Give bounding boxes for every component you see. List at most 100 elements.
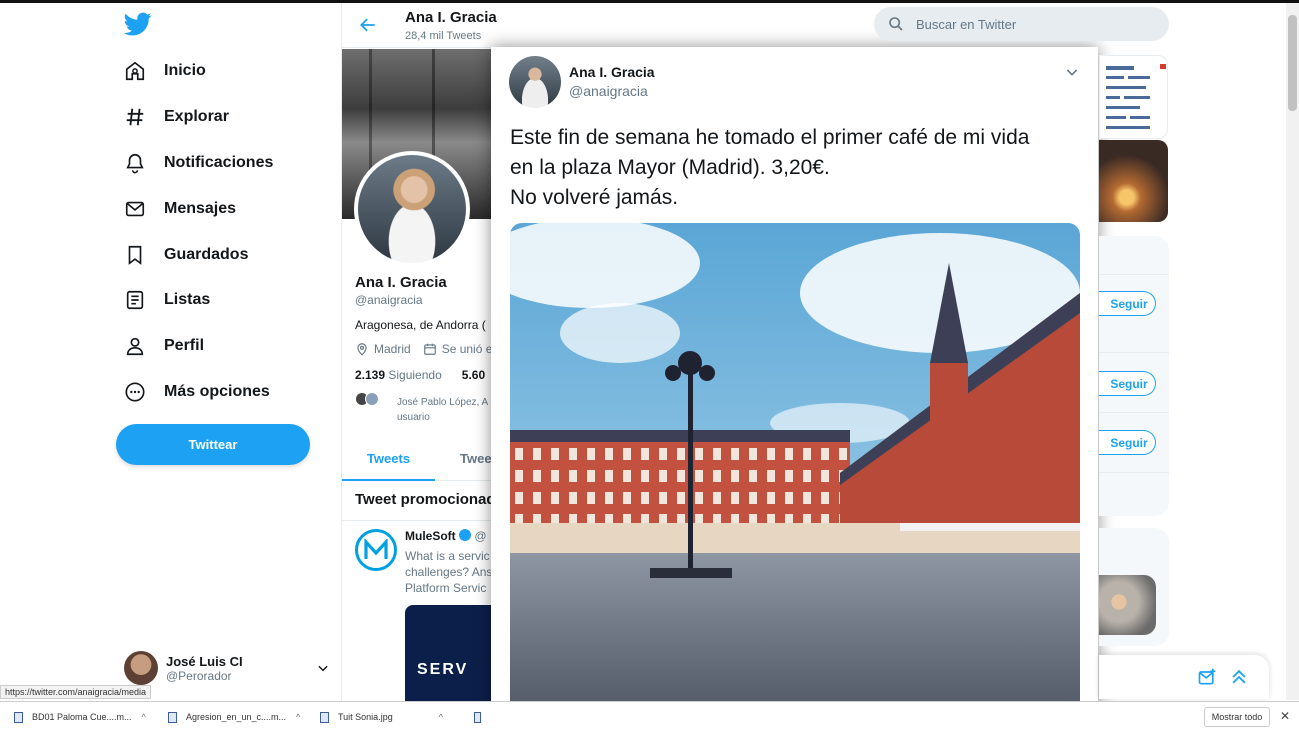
nav-item-listas[interactable]: Listas [122,282,210,318]
nav-item-explorar[interactable]: Explorar [122,99,229,135]
follow-button[interactable]: Seguir [1099,371,1156,396]
search-bar[interactable] [874,7,1169,41]
followed-by-line: José Pablo López, A [397,397,489,408]
header-profile-name: Ana I. Gracia [405,9,497,26]
bookmark-icon [122,242,148,268]
hashtag-icon [122,104,148,130]
download-item[interactable]: Agresion_en_un_c....m... ^ [168,702,308,731]
nav-item-perfil[interactable]: Perfil [122,328,204,364]
nav-label: Inicio [164,62,206,79]
close-icon[interactable]: ✕ [1280,709,1290,723]
nav-item-mas-opciones[interactable]: Más opciones [122,374,270,410]
tweet-text: Este fin de semana he tomado el primer c… [510,123,1090,213]
profile-tabs: Tweets Twee [342,439,492,481]
tab-tweets-and-replies[interactable]: Twee [460,439,492,481]
profile-meta: Madrid Se unió e [355,342,495,356]
promo-card-text: SERV [417,661,469,678]
media-thumbnail[interactable] [1099,140,1168,222]
promo-author[interactable]: MuleSoft @ [405,529,495,543]
search-input[interactable] [916,7,1156,41]
divider [1099,274,1169,275]
sidebar-nav: Inicio Explorar Notificaciones Mensajes … [110,0,340,700]
follow-button[interactable]: Seguir [1099,430,1156,455]
scrollbar[interactable] [1286,3,1299,700]
double-chevron-up-icon[interactable] [1229,667,1249,687]
divider [1099,352,1169,353]
person-icon [122,333,148,359]
tab-tweets[interactable]: Tweets [342,439,435,481]
profile-name: Ana I. Gracia [355,274,447,291]
promo-author-name: MuleSoft [405,529,456,543]
nav-label: Explorar [164,108,229,125]
account-name: José Luis CI [166,653,243,669]
new-message-icon[interactable] [1197,667,1217,687]
tweet-text-line: Este fin de semana he tomado el primer c… [510,126,1030,149]
file-icon [14,711,23,723]
nav-item-mensajes[interactable]: Mensajes [122,191,236,227]
nav-item-guardados[interactable]: Guardados [122,237,248,273]
tweet-author-avatar[interactable] [509,56,561,108]
promo-text-line: Platform Servic [405,581,487,595]
divider [1099,412,1169,413]
envelope-icon [122,196,148,222]
nav-label: Más opciones [164,383,270,400]
nav-label: Perfil [164,337,205,354]
followed-by-line: usuario [397,412,430,423]
twittear-button[interactable]: Twittear [116,424,310,465]
profile-avatar[interactable] [354,151,470,267]
file-icon [474,711,481,723]
nav-label: Mensajes [164,200,237,217]
promoted-tweet-title: Tweet promocionad [355,491,492,508]
show-all-downloads-button[interactable]: Mostrar todo [1204,707,1270,727]
promo-text-line: challenges? Ans [405,565,492,579]
tweet-photo[interactable] [510,223,1080,731]
following-label: Siguiendo [388,368,442,382]
account-avatar [124,651,158,685]
follow-button[interactable]: Seguir [1099,291,1156,316]
scrollbar-thumb[interactable] [1288,15,1297,111]
followed-by[interactable]: José Pablo López, A usuario [355,392,495,428]
download-item[interactable] [474,702,490,731]
download-item[interactable]: Tuit Sonia.jpg ^ [320,702,460,731]
messages-drawer [1099,655,1269,699]
account-switcher[interactable]: José Luis CI @Perorador [124,646,334,690]
tweet-author-name[interactable]: Ana I. Gracia [569,64,655,80]
tweet-text-line: No volveré jamás. [510,186,679,209]
profile-location: Madrid [374,342,411,356]
nav-label: Listas [164,291,211,308]
promo-text: What is a servic challenges? Ans Platfor… [405,548,492,596]
divider [1099,472,1169,473]
nav-label: Notificaciones [164,154,274,171]
promo-card-image[interactable]: SERV [405,605,492,705]
download-filename: Agresion_en_un_c....m... [186,712,287,722]
chevron-up-icon[interactable]: ^ [439,712,443,722]
promo-text-line: What is a servic [405,549,490,563]
download-item[interactable]: BD01 Paloma Cue....m... ^ [14,702,154,731]
chevron-up-icon[interactable]: ^ [296,712,300,722]
downloads-bar: BD01 Paloma Cue....m... ^ Agresion_en_un… [0,701,1299,731]
suggested-image[interactable] [1099,575,1156,635]
status-url: https://twitter.com/anaigracia/media [0,685,152,699]
nav-item-notificaciones[interactable]: Notificaciones [122,145,273,181]
profile-joined: Se unió e [441,342,493,356]
following-count: 2.139 [355,368,386,382]
nav-item-inicio[interactable]: Inicio [122,53,206,89]
media-thumbnail[interactable] [1099,55,1168,139]
back-arrow-icon[interactable] [358,15,378,35]
friend-avatar [365,392,379,406]
profile-follow-counts[interactable]: 2.139 Siguiendo 5.60 [355,368,495,382]
twitter-logo-icon[interactable] [124,10,152,38]
chevron-down-icon[interactable] [1064,64,1080,80]
header-tweet-count: 28,4 mil Tweets [405,30,482,42]
tweet-detail: Ana I. Gracia @anaigracia Este fin de se… [491,47,1098,731]
followers-count: 5.60 [461,368,486,382]
chevron-up-icon[interactable]: ^ [142,712,146,722]
download-filename: BD01 Paloma Cue....m... [32,712,132,722]
mulesoft-logo-icon[interactable] [355,529,397,571]
chevron-down-icon [318,665,328,672]
download-filename: Tuit Sonia.jpg [338,712,393,722]
file-icon [320,711,329,723]
profile-header: Ana I. Gracia 28,4 mil Tweets [342,3,848,48]
tweet-author-handle[interactable]: @anaigracia [569,83,648,99]
location-pin-icon [357,343,367,356]
